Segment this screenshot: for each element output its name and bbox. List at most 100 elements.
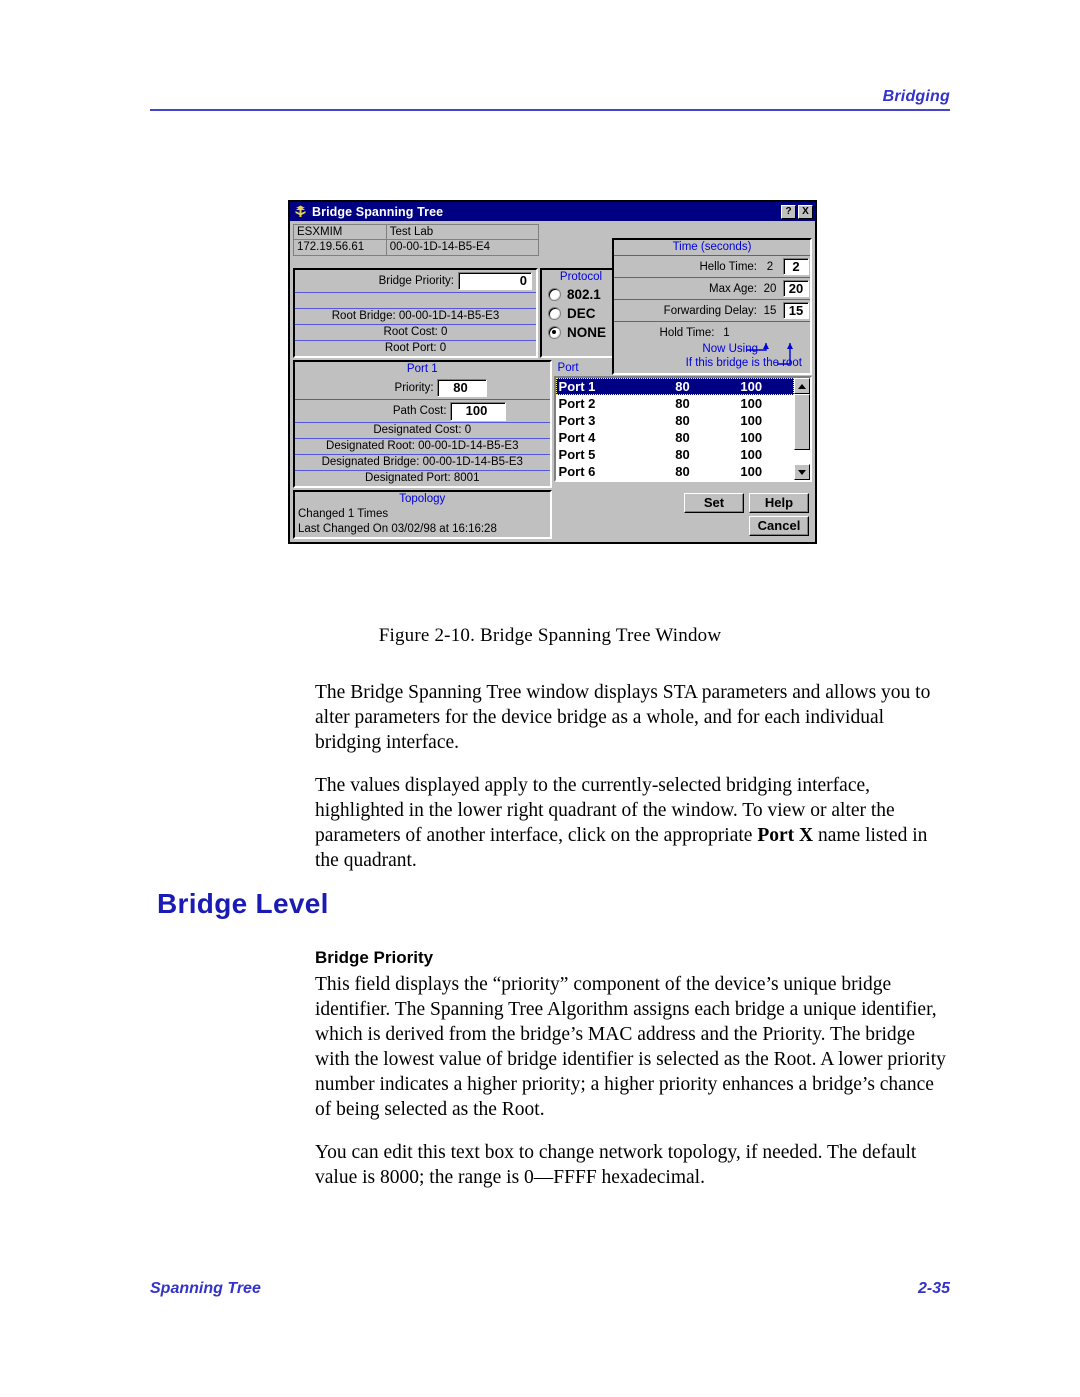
page-title: Bridge Level xyxy=(157,888,329,919)
root-bridge-value: Root Bridge: 00-00-1D-14-B5-E3 xyxy=(331,310,500,322)
page-header: Bridging xyxy=(150,88,950,111)
port-path-cost-label: Path Cost: xyxy=(392,405,447,417)
radio-icon-selected[interactable] xyxy=(548,326,561,339)
figure-image: Bridge Spanning Tree ? X ESXMIM Test Lab… xyxy=(288,200,817,544)
forwarding-delay-current: 15 xyxy=(763,304,777,317)
topology-title: Topology xyxy=(399,493,446,505)
scroll-down-icon[interactable] xyxy=(794,464,810,480)
row-port: Port 4 xyxy=(558,430,596,445)
topology-band: Topology Changed 1 Times Last Changed On… xyxy=(293,490,812,539)
row-priority: 80 xyxy=(675,464,690,479)
topology-panel: Topology Changed 1 Times Last Changed On… xyxy=(293,490,552,539)
paragraph-3: This field displays the “priority” compo… xyxy=(315,974,946,1120)
row-port: Port 2 xyxy=(558,396,596,411)
bridge-priority-label: Bridge Priority: xyxy=(378,275,454,287)
table-row[interactable]: Port 1 80 100 xyxy=(555,378,794,395)
bridge-priority-row: Bridge Priority: 0 xyxy=(295,270,536,292)
bridge-panel: Bridge Priority: 0 Root Bridge: 00-00-1D… xyxy=(293,268,538,358)
table-row[interactable]: Port 6 80 100 xyxy=(556,463,794,480)
protocol-option-label: 802.1 xyxy=(567,287,601,302)
bridge-priority-section: Bridge Priority This field displays the … xyxy=(315,945,952,1208)
row-priority: 80 xyxy=(675,379,690,394)
row-path-cost: 100 xyxy=(740,396,763,411)
port-listbox[interactable]: Port 1 80 100 Port 2 80 100 Port 3 80 10… xyxy=(553,376,812,482)
row-path-cost: 100 xyxy=(740,447,763,462)
scroll-up-icon[interactable] xyxy=(794,378,810,394)
paragraph-1: The Bridge Spanning Tree window displays… xyxy=(315,682,931,753)
port-priority-input[interactable]: 80 xyxy=(436,379,487,397)
close-icon[interactable]: X xyxy=(798,204,813,219)
hold-time-value: 1 xyxy=(723,326,730,339)
topology-changed-count: Changed 1 Times xyxy=(298,508,389,520)
radio-icon[interactable] xyxy=(548,307,561,320)
max-age-label: Max Age: xyxy=(709,282,757,295)
forwarding-delay-input[interactable]: 15 xyxy=(783,302,809,319)
max-age-input[interactable]: 20 xyxy=(783,280,809,297)
table-row[interactable]: Port 4 80 100 xyxy=(556,429,794,446)
time-annotation-arrows: Now Using If this bridge is the root xyxy=(614,343,810,373)
help-icon[interactable]: ? xyxy=(781,204,796,219)
bridge-panel-spacer xyxy=(295,293,536,308)
forwarding-delay-label: Forwarding Delay: xyxy=(663,304,757,317)
scrollbar-track[interactable] xyxy=(794,394,810,464)
section-subheading: Bridge Priority xyxy=(315,948,434,967)
titlebar-buttons: ? X xyxy=(781,204,813,219)
table-row[interactable]: Port 3 80 100 xyxy=(556,412,794,429)
figure-caption: Figure 2-10. Bridge Spanning Tree Window xyxy=(378,625,722,646)
time-panel-title: Time (seconds) xyxy=(672,241,752,253)
paragraph-4: You can edit this text box to change net… xyxy=(315,1142,917,1188)
protocol-option-none[interactable]: NONE xyxy=(542,323,620,342)
port-x-emphasis: Port X xyxy=(757,825,814,846)
button-row-primary: Set Help xyxy=(684,493,812,513)
port-priority-label: Priority: xyxy=(394,382,434,394)
row-priority: 80 xyxy=(675,396,690,411)
hold-time-row: Hold Time: 1 xyxy=(614,322,810,343)
hello-time-current: 2 xyxy=(766,260,774,273)
port-path-cost-input[interactable]: 100 xyxy=(449,401,506,421)
designated-bridge-value: Designated Bridge: 00-00-1D-14-B5-E3 xyxy=(321,456,523,468)
port-list-rows: Port 1 80 100 Port 2 80 100 Port 3 80 10… xyxy=(555,378,794,480)
row-priority: 80 xyxy=(675,413,690,428)
now-using-label: Now Using xyxy=(702,343,758,355)
protocol-option-label: DEC xyxy=(567,306,596,321)
hello-time-input[interactable]: 2 xyxy=(783,258,809,275)
tree-icon xyxy=(293,204,308,219)
designated-root-value: Designated Root: 00-00-1D-14-B5-E3 xyxy=(326,440,519,452)
if-root-label: If this bridge is the root xyxy=(685,357,802,369)
max-age-current: 20 xyxy=(763,282,777,295)
bridge-spanning-tree-dialog: Bridge Spanning Tree ? X ESXMIM Test Lab… xyxy=(288,200,817,544)
help-button[interactable]: Help xyxy=(749,493,809,513)
device-mac: 00-00-1D-14-B5-E4 xyxy=(389,241,491,253)
port-path-cost-row: Path Cost: 100 xyxy=(295,400,550,422)
hello-time-row: Hello Time: 2 2 xyxy=(614,256,810,277)
protocol-panel-title: Protocol xyxy=(559,271,603,283)
table-row[interactable]: Port 2 80 100 xyxy=(556,395,794,412)
protocol-option-label: NONE xyxy=(567,325,607,340)
port-list-scrollbar[interactable] xyxy=(794,378,810,480)
device-location: Test Lab xyxy=(386,225,538,240)
row-port: Port 3 xyxy=(558,413,596,428)
row-path-cost: 100 xyxy=(740,379,763,394)
root-port-value: Root Port: 0 xyxy=(384,342,447,354)
scrollbar-thumb[interactable] xyxy=(794,394,810,450)
row-port: Port 6 xyxy=(558,464,596,479)
intro-paragraphs: The Bridge Spanning Tree window displays… xyxy=(315,680,952,891)
protocol-option-dec[interactable]: DEC xyxy=(542,304,620,323)
port-list-panel: Port Priority Path Cost Port 1 80 100 xyxy=(553,360,812,488)
protocol-panel: Protocol 802.1 DEC NONE xyxy=(540,268,622,358)
topology-last-changed: Last Changed On 03/02/98 at 16:16:28 xyxy=(298,523,497,535)
cancel-button[interactable]: Cancel xyxy=(749,516,809,536)
bridge-priority-input[interactable]: 0 xyxy=(458,272,532,290)
hello-time-label: Hello Time: xyxy=(699,260,757,273)
set-button[interactable]: Set xyxy=(684,493,744,513)
row-path-cost: 100 xyxy=(740,430,763,445)
hold-time-label: Hold Time: xyxy=(659,326,715,339)
forwarding-delay-row: Forwarding Delay: 15 15 xyxy=(614,300,810,321)
table-row[interactable]: Port 5 80 100 xyxy=(556,446,794,463)
row-port: Port 5 xyxy=(558,447,596,462)
dialog-titlebar[interactable]: Bridge Spanning Tree ? X xyxy=(290,202,815,221)
paragraph-2: The values displayed apply to the curren… xyxy=(315,773,952,873)
protocol-option-8021[interactable]: 802.1 xyxy=(542,285,620,304)
row-priority: 80 xyxy=(675,447,690,462)
radio-icon[interactable] xyxy=(548,288,561,301)
